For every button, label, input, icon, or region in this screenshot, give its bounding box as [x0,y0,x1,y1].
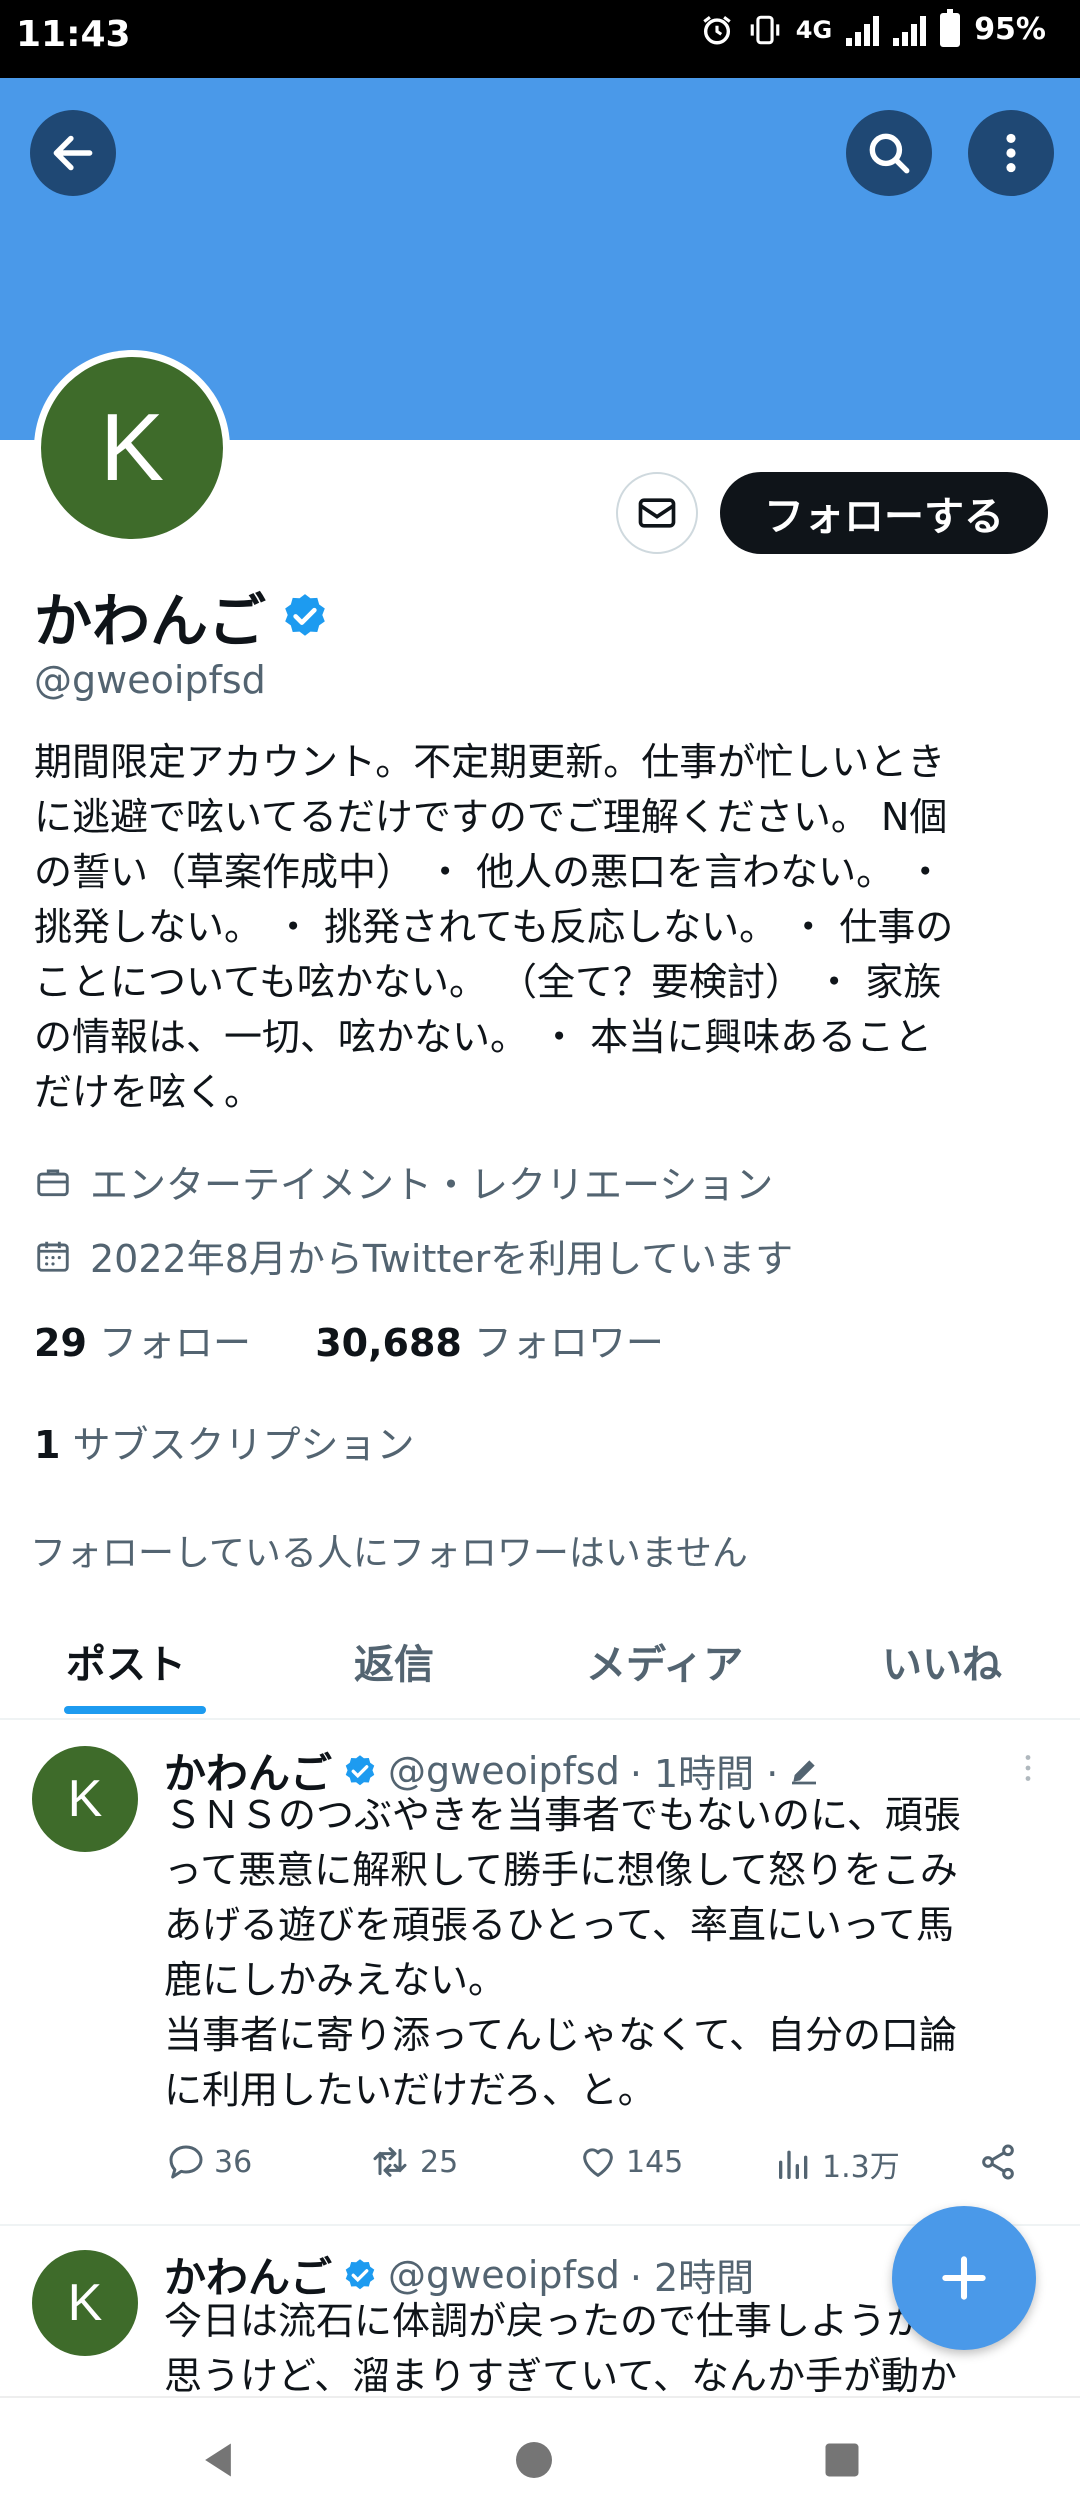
post-handle[interactable]: @gweoipfsd [388,2253,620,2297]
more-vertical-icon [1006,133,1016,173]
nav-recents-icon[interactable] [820,2436,864,2484]
active-tab-indicator [64,1706,206,1714]
repost-count: 25 [420,2144,459,2180]
view-count: 1.3万 [822,2150,900,2185]
status-bar: 11:43 4G 95% [0,0,1080,78]
views-chart-icon [779,2150,808,2179]
profile-joined: 2022年8月からTwitterを利用しています [34,1228,793,1283]
verified-badge-icon [345,1754,375,1785]
follow-button[interactable]: フォローする [720,472,1048,554]
profile-name: かわんご [34,587,267,655]
like-button[interactable]: 145 [578,2142,683,2182]
verified-badge-icon[interactable] [280,591,330,641]
profile-avatar[interactable]: K [34,350,230,546]
share-button[interactable] [978,2142,1018,2182]
post-avatar[interactable]: K [32,1746,138,1852]
tab-likes[interactable]: いいね [882,1632,1002,1690]
alarm-icon [703,15,731,44]
heart-icon [583,2148,613,2177]
subscriptions-link[interactable]: 1 サブスクリプション [34,1414,415,1469]
profile-tabs: ポスト 返信 メディア いいね [0,1610,1080,1720]
following-label: フォロー [98,1321,251,1365]
profile-category: エンターテイメント・レクリエーション [34,1154,773,1209]
reply-button[interactable]: 36 [166,2142,252,2182]
bio-line: ことについても呟かない。 （全て？要検討） ・ 家族 [34,960,942,1004]
following-count: 29 [34,1321,87,1365]
search-icon [869,133,910,174]
share-icon [982,2144,1014,2180]
bio-line: 挑発しない。 ・ 挑発されても反応しない。 ・ 仕事の [34,905,954,949]
reply-count: 36 [214,2144,253,2180]
joined-label: 2022年8月からTwitterを利用しています [90,1237,794,1281]
follow-counts: 29 フォロー 30,688 フォロワー [34,1312,664,1367]
profile-handle: @gweoipfsd [34,658,266,702]
subscriptions-label: サブスクリプション [72,1423,415,1467]
signal-icon [846,14,880,46]
post-more-icon[interactable] [1010,1750,1046,1786]
tab-posts[interactable]: ポスト [66,1632,186,1690]
views-button[interactable]: 1.3万 [774,2142,900,2186]
bio-line: だけを呟く。 [34,1070,263,1114]
compose-button[interactable] [892,2206,1036,2350]
followers-link[interactable]: 30,688 フォロワー [315,1321,664,1365]
back-button[interactable] [30,110,116,196]
bio-line: 期間限定アカウント。不定期更新。仕事が忙しいとき [34,740,946,784]
profile-name-row: かわんご [34,574,330,658]
post-item[interactable]: K かわんご @gweoipfsd · 1時間 · ＳＮＳのつぶやきを当事者でも… [0,1720,1080,2224]
calendar-icon [37,1241,69,1272]
battery-icon [940,8,961,47]
plus-icon [942,2256,986,2300]
signal-icon-2 [893,14,927,46]
tab-replies[interactable]: 返信 [354,1632,434,1690]
avatar-letter: K [41,357,223,539]
network-type: 4G [795,15,833,44]
followers-label: フォロワー [473,1321,664,1365]
profile-bio: 期間限定アカウント。不定期更新。仕事が忙しいとき に逃避で呟いてるだけですのでご… [34,735,1054,1120]
repost-button[interactable]: 25 [368,2142,458,2182]
vibrate-icon [750,15,780,44]
search-button[interactable] [846,110,932,196]
more-button[interactable] [968,110,1054,196]
subscriptions-count: 1 [34,1423,61,1467]
tab-media[interactable]: メディア [586,1632,743,1690]
following-link[interactable]: 29 フォロー [34,1321,251,1365]
repost-icon [373,2147,407,2177]
edited-pencil-icon [792,1759,817,1784]
system-nav-bar [0,2396,1080,2520]
post-avatar[interactable]: K [32,2250,138,2356]
status-time: 11:43 [16,14,131,55]
bio-line: に逃避で呟いてるだけですのでご理解ください。 N個 [34,795,948,839]
followers-count: 30,688 [315,1321,462,1365]
mail-icon [638,498,676,528]
category-label: エンターテイメント・レクリエーション [90,1163,774,1207]
message-button[interactable] [616,472,698,554]
bio-line: の誓い（草案作成中） ・ 他人の悪口を言わない。 ・ [34,850,945,894]
verified-badge-icon [345,2258,375,2289]
nav-back-icon[interactable] [196,2436,240,2484]
post-text: ＳＮＳのつぶやきを当事者でもないのに、頑張 って悪意に解釈して勝手に想像して怒り… [164,1793,961,2112]
like-count: 145 [626,2144,684,2180]
followed-by-note: フォローしている人にフォロワーはいません [30,1533,748,1574]
nav-home-icon[interactable] [510,2436,558,2484]
post-actions: 36 25 145 1.3万 [164,2142,1044,2202]
arrow-left-icon [53,135,93,171]
briefcase-icon [37,1168,69,1196]
status-icons: 4G 95% [700,8,1046,47]
post-handle[interactable]: @gweoipfsd [388,1749,620,1793]
reply-icon [169,2145,203,2179]
battery-percent: 95% [974,12,1046,47]
bio-line: の情報は、一切、呟かない。 ・ 本当に興味あること [34,1015,933,1059]
